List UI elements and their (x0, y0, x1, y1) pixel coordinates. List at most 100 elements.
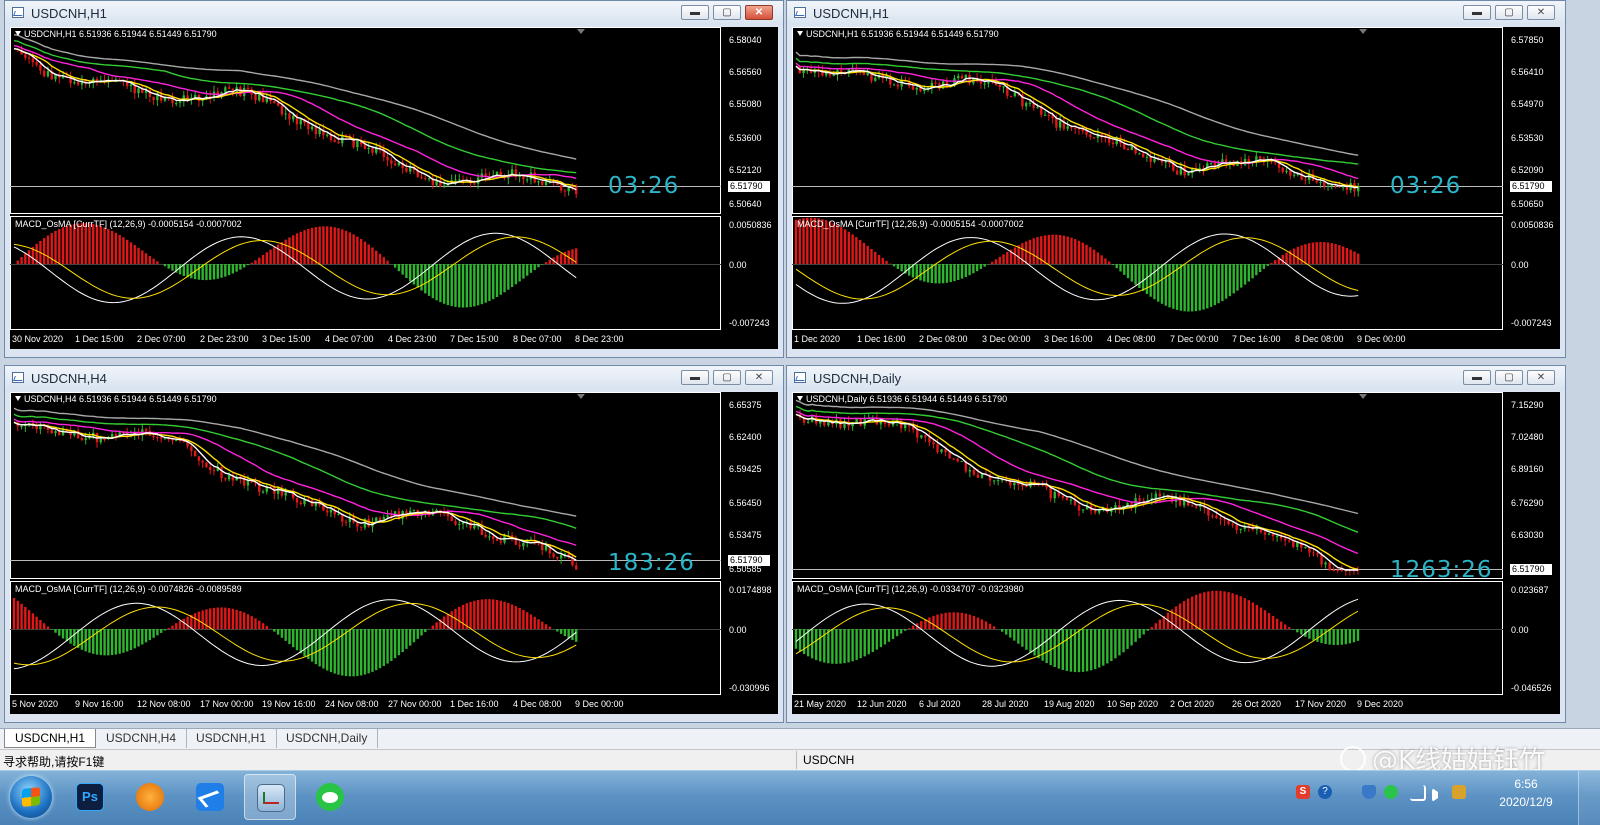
candle-body (1010, 96, 1012, 97)
window-titlebar[interactable]: USDCNH,Daily ▬ ▢ ✕ (787, 366, 1565, 390)
time-axis-label: 9 Dec 2020 (1357, 699, 1403, 709)
show-desktop-button[interactable] (1578, 771, 1600, 825)
maximize-button[interactable]: ▢ (713, 370, 741, 385)
macd-bar (972, 264, 974, 273)
dropdown-triangle-icon[interactable] (15, 31, 21, 36)
chart-window-h1-right[interactable]: USDCNH,H1 ▬ ▢ ✕ USDCNH,H1 6.51936 6.5194… (786, 0, 1566, 358)
candle-body (164, 438, 166, 439)
macd-bar (292, 629, 294, 647)
macd-bar (1147, 629, 1149, 631)
macd-bar (126, 240, 128, 264)
macd-bar (1349, 629, 1351, 643)
candle-body (296, 498, 298, 503)
macd-bar (303, 629, 305, 656)
security-shield-icon[interactable] (1362, 785, 1376, 799)
taskbar-photoshop[interactable]: Ps (64, 774, 116, 820)
chart-window-h4[interactable]: USDCNH,H4 ▬ ▢ ✕ USDCNH,H4 6.51936 6.5194… (4, 365, 784, 723)
clock-time[interactable]: 6:56 (1490, 777, 1562, 791)
minimize-button[interactable]: ▬ (681, 370, 709, 385)
minimize-button[interactable]: ▬ (681, 5, 709, 20)
macd-bar (567, 629, 569, 638)
macd-bar (383, 257, 385, 264)
network-icon[interactable] (1410, 785, 1426, 801)
dropdown-triangle-icon[interactable] (15, 396, 21, 401)
help-tray-icon[interactable]: ? (1318, 785, 1332, 799)
candle-body (564, 191, 566, 192)
volume-icon[interactable] (1432, 788, 1438, 802)
taskbar-wechat[interactable] (304, 774, 356, 820)
chart-shift-marker-icon[interactable] (1359, 29, 1367, 34)
chart-area[interactable]: USDCNH,H1 6.51936 6.51944 6.51449 6.5179… (10, 27, 778, 349)
tab-usdcnh-h1-second[interactable]: USDCNH,H1 (186, 729, 277, 748)
chart-shift-marker-icon[interactable] (1359, 394, 1367, 399)
candle-body (1066, 126, 1068, 129)
macd-bar (981, 619, 983, 629)
macd-bar (803, 629, 805, 654)
macd-bar (254, 260, 256, 264)
candle-body (220, 467, 222, 478)
chart-area[interactable]: USDCNH,H4 6.51936 6.51944 6.51449 6.5179… (10, 392, 778, 714)
start-button[interactable] (10, 776, 52, 818)
macd-bar (266, 252, 268, 264)
maximize-button[interactable]: ▢ (1495, 5, 1523, 20)
candle-body (1044, 115, 1046, 116)
chart-window-daily[interactable]: USDCNH,Daily ▬ ▢ ✕ USDCNH,Daily 6.51936 … (786, 365, 1566, 723)
taskbar-lark[interactable] (184, 774, 236, 820)
candle-body (897, 85, 899, 87)
macd-bar (1009, 629, 1011, 638)
macd-bar (897, 264, 899, 269)
action-center-icon[interactable] (1452, 785, 1466, 799)
time-axis-label: 4 Dec 07:00 (325, 334, 374, 344)
time-axis-label: 8 Dec 23:00 (575, 334, 624, 344)
chart-shift-marker-icon[interactable] (577, 394, 585, 399)
macd-bar (1070, 629, 1072, 672)
close-button[interactable]: ✕ (745, 370, 773, 385)
minimize-button[interactable]: ▬ (1463, 370, 1491, 385)
macd-bar (1199, 264, 1201, 310)
macd-bar (424, 629, 426, 632)
close-button[interactable]: ✕ (1527, 370, 1555, 385)
chart-area[interactable]: USDCNH,H1 6.51936 6.51944 6.51449 6.5179… (792, 27, 1560, 349)
macd-bar (243, 612, 245, 629)
taskbar-fish-app[interactable] (124, 774, 176, 820)
macd-bar (968, 264, 970, 275)
dropdown-triangle-icon[interactable] (797, 31, 803, 36)
macd-bar (977, 618, 979, 629)
macd-bar (473, 264, 475, 306)
wechat-tray-icon[interactable] (1384, 785, 1398, 799)
minimize-button[interactable]: ▬ (1463, 5, 1491, 20)
sogou-input-icon[interactable]: S (1296, 785, 1310, 799)
taskbar: Ps S ? 6:56 2020/12/9 (0, 770, 1600, 825)
tab-usdcnh-h4[interactable]: USDCNH,H4 (96, 729, 187, 748)
tab-usdcnh-daily[interactable]: USDCNH,Daily (276, 729, 378, 748)
macd-bar (349, 629, 351, 676)
clock-date[interactable]: 2020/12/9 (1490, 795, 1562, 809)
chart-plot[interactable] (792, 392, 1560, 714)
candle-body (1337, 570, 1339, 571)
window-titlebar[interactable]: USDCNH,H4 ▬ ▢ ✕ (5, 366, 783, 390)
candle-body (194, 451, 196, 456)
dropdown-triangle-icon[interactable] (797, 396, 803, 401)
candle-body (137, 88, 139, 93)
tab-usdcnh-h1[interactable]: USDCNH,H1 (4, 729, 96, 748)
time-axis-label: 4 Dec 08:00 (1107, 334, 1156, 344)
candle-body (1231, 524, 1233, 525)
maximize-button[interactable]: ▢ (1495, 370, 1523, 385)
macd-bar (1074, 629, 1076, 672)
window-titlebar[interactable]: USDCNH,H1 ▬ ▢ ✕ (787, 1, 1565, 25)
chart-window-h1-left[interactable]: USDCNH,H1 ▬ ▢ ✕ USDCNH,H1 6.51936 6.5194… (4, 0, 784, 358)
close-button[interactable]: ✕ (745, 5, 773, 20)
close-button[interactable]: ✕ (1527, 5, 1555, 20)
candle-body (201, 461, 203, 463)
chart-area[interactable]: USDCNH,Daily 6.51936 6.51944 6.51449 6.5… (792, 392, 1560, 714)
price-axis-label: 6.53600 (729, 133, 762, 143)
taskbar-metatrader[interactable] (244, 774, 296, 820)
candle-body (1296, 542, 1298, 547)
macd-bar (130, 629, 132, 650)
macd-bar (1240, 264, 1242, 288)
maximize-button[interactable]: ▢ (713, 5, 741, 20)
chart-shift-marker-icon[interactable] (577, 29, 585, 34)
macd-bar (575, 629, 577, 642)
window-titlebar[interactable]: USDCNH,H1 ▬ ▢ ✕ (5, 1, 783, 25)
candle-body (1187, 173, 1189, 175)
